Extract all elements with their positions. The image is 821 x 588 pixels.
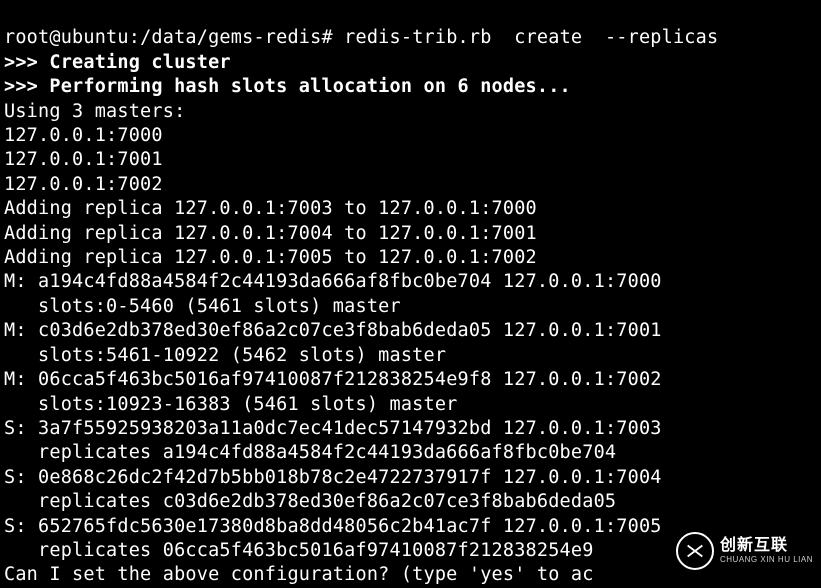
adding-replica: Adding replica 127.0.0.1:7005 to 127.0.0…: [4, 247, 537, 268]
master-item: 127.0.0.1:7002: [4, 174, 163, 195]
node-line: S: 652765fdc5630e17380d8ba8dd48056c2b41a…: [4, 516, 662, 537]
node-detail: slots:5461-10922 (5462 slots) master: [4, 345, 446, 366]
watermark-text-big: 创新互联: [720, 538, 813, 554]
node-detail: slots:0-5460 (5461 slots) master: [4, 296, 401, 317]
status-creating: >>> Creating cluster: [4, 52, 231, 73]
node-line: M: a194c4fd88a4584f2c44193da666af8fbc0be…: [4, 271, 662, 292]
watermark-logo-icon: [676, 532, 714, 570]
node-detail: slots:10923-16383 (5461 slots) master: [4, 394, 458, 415]
master-item: 127.0.0.1:7000: [4, 125, 163, 146]
node-line: M: c03d6e2db378ed30ef86a2c07ce3f8bab6ded…: [4, 320, 662, 341]
watermark: 创新互联 CHUANG XIN HU LIAN: [676, 532, 813, 570]
using-masters: Using 3 masters:: [4, 101, 185, 122]
node-detail: replicates c03d6e2db378ed30ef86a2c07ce3f…: [4, 491, 616, 512]
node-detail: replicates 06cca5f463bc5016af97410087f21…: [4, 540, 594, 561]
node-detail: replicates a194c4fd88a4584f2c44193da666a…: [4, 442, 616, 463]
confirm-prompt: Can I set the above configuration? (type…: [4, 564, 594, 585]
watermark-text-small: CHUANG XIN HU LIAN: [720, 556, 813, 564]
prompt-line: root@ubuntu:/data/gems-redis# redis-trib…: [4, 27, 718, 48]
adding-replica: Adding replica 127.0.0.1:7004 to 127.0.0…: [4, 223, 537, 244]
node-line: M: 06cca5f463bc5016af97410087f212838254e…: [4, 369, 662, 390]
node-line: S: 3a7f55925938203a11a0dc7ec41dec5714793…: [4, 418, 662, 439]
node-line: S: 0e868c26dc2f42d7b5bb018b78c2e47227379…: [4, 467, 662, 488]
master-item: 127.0.0.1:7001: [4, 149, 163, 170]
terminal-output[interactable]: root@ubuntu:/data/gems-redis# redis-trib…: [0, 0, 821, 588]
adding-replica: Adding replica 127.0.0.1:7003 to 127.0.0…: [4, 198, 537, 219]
status-performing: >>> Performing hash slots allocation on …: [4, 76, 571, 97]
